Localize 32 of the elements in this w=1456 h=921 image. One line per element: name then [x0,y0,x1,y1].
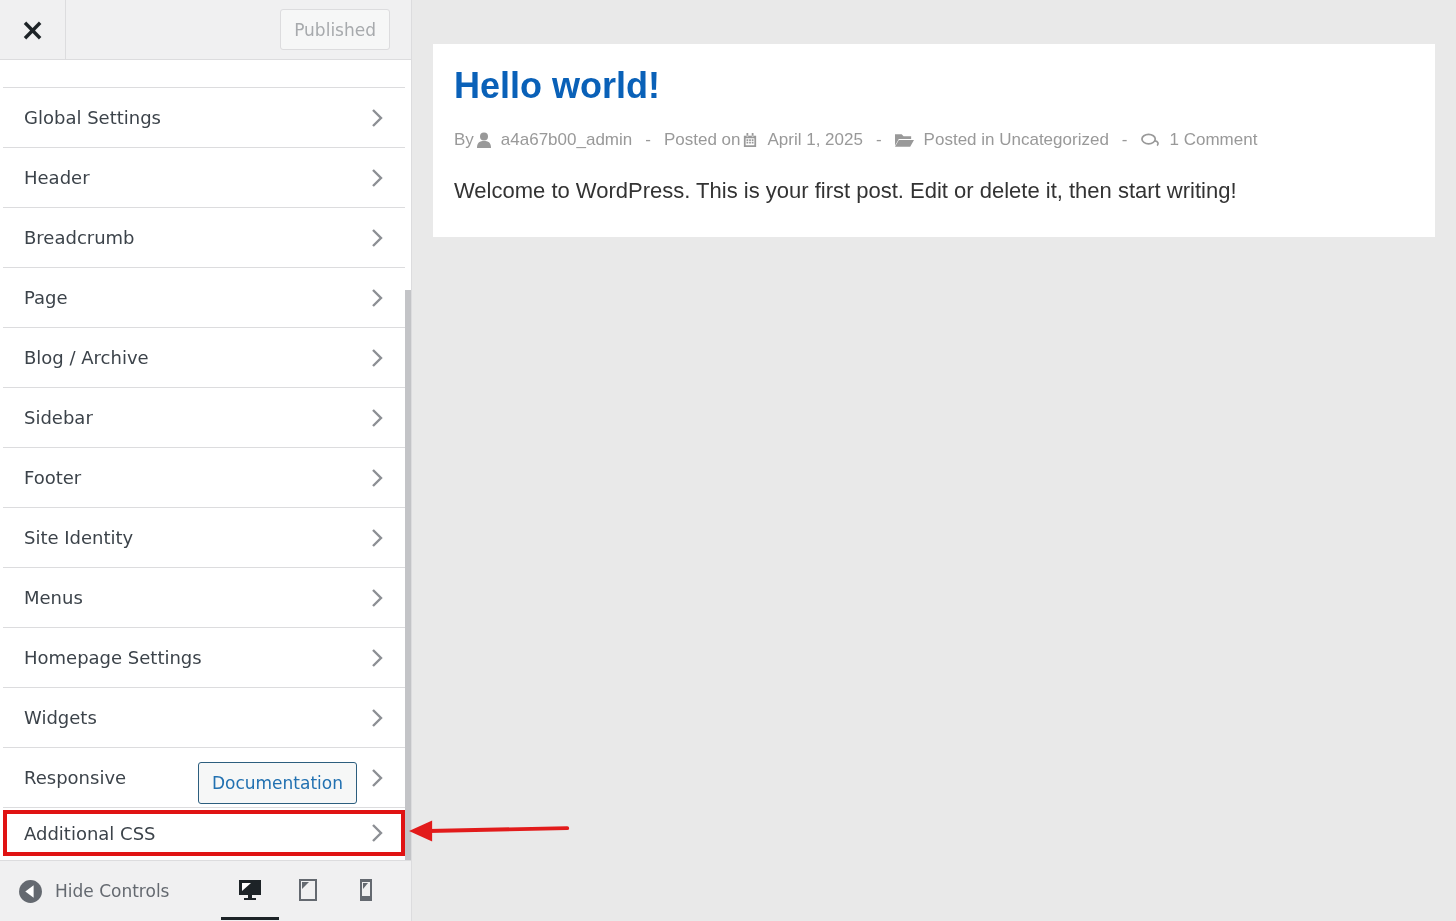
chevron-right-icon [371,347,383,368]
chevron-right-icon [371,823,383,843]
post-body: Welcome to WordPress. This is your first post. Edit or delete it, then start writing! [454,178,1238,204]
user-icon [476,132,491,148]
scrollbar[interactable] [405,290,411,860]
tablet-icon [296,877,320,902]
meta-label: By [454,130,474,150]
chevron-right-icon [371,407,383,428]
hide-controls-button[interactable]: Hide Controls [18,878,170,904]
close-button[interactable]: × [0,0,66,60]
chevron-right-icon [371,227,383,248]
meta-label: Posted on [663,130,741,150]
collapse-icon [18,878,43,904]
folder-icon [894,133,914,147]
calendar-icon [743,132,758,148]
meta-separator: - [1121,130,1128,150]
post-title[interactable]: Hello world! [454,64,1414,108]
chevron-right-icon [371,167,383,188]
meta-separator: - [645,130,651,150]
chevron-right-icon [371,707,383,728]
chevron-right-icon [371,287,383,308]
highlighted-section-item[interactable]: Additional CSS [3,810,405,856]
chevron-right-icon [371,647,383,668]
meta-separator: - [875,130,882,150]
documentation-button[interactable]: Documentation [197,761,357,804]
monitor-icon [238,877,262,902]
chevron-right-icon [371,107,383,128]
chevron-right-icon [371,587,383,608]
chevron-right-icon [371,527,383,548]
chevron-right-icon [371,767,383,788]
chevron-right-icon [371,467,383,488]
comments-icon [1140,133,1160,147]
